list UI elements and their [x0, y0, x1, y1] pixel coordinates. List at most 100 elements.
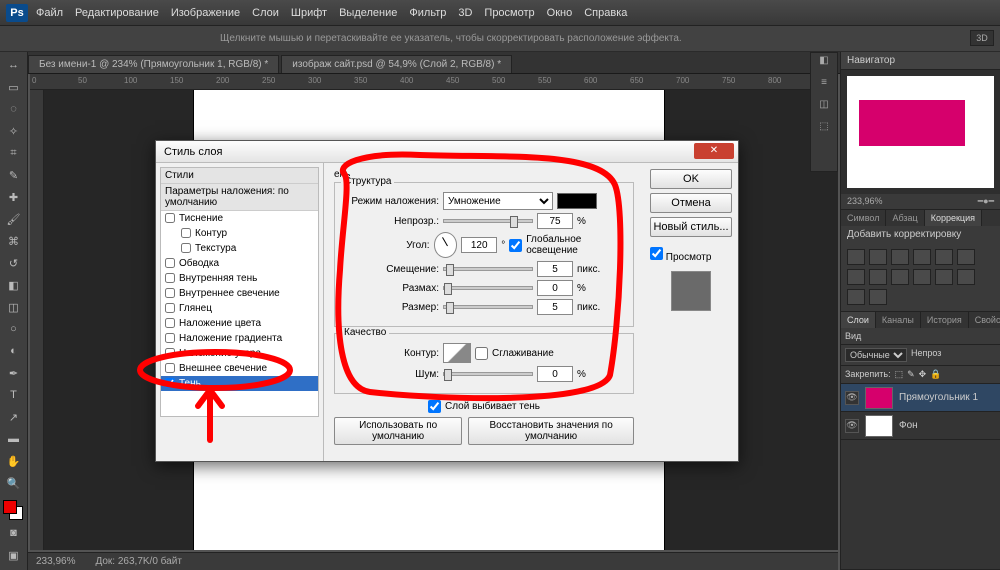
type-tool-icon[interactable]: T	[2, 385, 26, 405]
foreground-color-swatch[interactable]	[3, 500, 17, 514]
style-contour[interactable]: Контур	[161, 226, 318, 241]
knockout-checkbox[interactable]	[428, 400, 441, 413]
heal-tool-icon[interactable]: ✚	[2, 187, 26, 207]
distance-input[interactable]	[537, 261, 573, 277]
layer-name[interactable]: Фон	[899, 420, 918, 431]
style-checkbox[interactable]	[165, 333, 175, 343]
styles-header[interactable]: Стили	[161, 168, 318, 184]
lock-icon[interactable]: 🔒	[930, 369, 941, 380]
document-tab[interactable]: изображ сайт.psd @ 54,9% (Слой 2, RGB/8)…	[281, 55, 512, 73]
style-checkbox[interactable]	[165, 363, 175, 373]
tab-properties[interactable]: Свойства	[969, 312, 1000, 328]
tab-character[interactable]: Символ	[841, 210, 886, 226]
tab-paragraph[interactable]: Абзац	[886, 210, 924, 226]
history-brush-icon[interactable]: ↺	[2, 253, 26, 273]
adj-icon[interactable]	[913, 269, 931, 285]
tab-layers[interactable]: Слои	[841, 312, 876, 328]
menu-filter[interactable]: Фильтр	[409, 7, 446, 19]
preview-checkbox[interactable]	[650, 247, 663, 260]
style-checkbox[interactable]	[165, 258, 175, 268]
quickmask-icon[interactable]: ◙	[2, 523, 26, 543]
workspace-switch-3d[interactable]: 3D	[970, 30, 994, 46]
visibility-icon[interactable]: 👁	[845, 391, 859, 405]
style-checkbox[interactable]	[165, 318, 175, 328]
adj-icon[interactable]	[847, 289, 865, 305]
navigator-zoom[interactable]: 233,96%	[847, 196, 883, 207]
shadow-color-swatch[interactable]	[557, 193, 597, 209]
angle-input[interactable]	[461, 237, 497, 253]
marquee-tool-icon[interactable]: ▭	[2, 77, 26, 97]
menu-edit[interactable]: Редактирование	[75, 7, 159, 19]
dialog-titlebar[interactable]: Стиль слоя ✕	[156, 141, 738, 163]
spread-slider[interactable]	[443, 286, 533, 290]
brush-tool-icon[interactable]: 🖌	[2, 209, 26, 229]
adj-icon[interactable]	[869, 269, 887, 285]
layer-thumb[interactable]	[865, 387, 893, 409]
panel-icon[interactable]: ◫	[813, 99, 835, 119]
adj-icon[interactable]	[891, 249, 909, 265]
menu-3d[interactable]: 3D	[458, 7, 472, 19]
make-default-button[interactable]: Использовать по умолчанию	[334, 417, 462, 445]
reset-default-button[interactable]: Восстановить значения по умолчанию	[468, 417, 634, 445]
style-texture[interactable]: Текстура	[161, 241, 318, 256]
ruler-horizontal[interactable]: 0 50 100 150 200 250 300 350 400 450 500…	[30, 74, 838, 90]
move-tool-icon[interactable]: ↔	[2, 55, 26, 75]
opacity-input[interactable]	[537, 213, 573, 229]
dodge-tool-icon[interactable]: ◐	[2, 341, 26, 361]
opacity-slider[interactable]	[443, 219, 533, 223]
noise-input[interactable]	[537, 366, 573, 382]
style-bevel[interactable]: Тиснение	[161, 211, 318, 226]
layer-thumb[interactable]	[865, 415, 893, 437]
tab-channels[interactable]: Каналы	[876, 312, 921, 328]
shape-tool-icon[interactable]: ▬	[2, 429, 26, 449]
style-coloroverlay[interactable]: Наложение цвета	[161, 316, 318, 331]
style-innerglow[interactable]: Внутреннее свечение	[161, 286, 318, 301]
adj-icon[interactable]	[847, 269, 865, 285]
zoom-tool-icon[interactable]: 🔍	[2, 473, 26, 493]
menu-file[interactable]: Файл	[36, 7, 63, 19]
adj-icon[interactable]	[957, 269, 975, 285]
tab-history[interactable]: История	[921, 312, 969, 328]
new-style-button[interactable]: Новый стиль...	[650, 217, 732, 237]
angle-dial[interactable]	[434, 232, 458, 258]
visibility-icon[interactable]: 👁	[845, 419, 859, 433]
global-light-checkbox[interactable]	[509, 239, 522, 252]
style-checkbox[interactable]	[165, 288, 175, 298]
navigator-slider[interactable]: ━●━	[978, 196, 994, 207]
style-checkbox[interactable]	[165, 348, 175, 358]
hand-tool-icon[interactable]: ✋	[2, 451, 26, 471]
document-tab[interactable]: Без имени-1 @ 234% (Прямоугольник 1, RGB…	[28, 55, 279, 73]
ruler-vertical[interactable]	[30, 90, 44, 550]
menu-window[interactable]: Окно	[547, 7, 573, 19]
status-docinfo[interactable]: Док: 263,7K/0 байт	[95, 556, 181, 567]
layer-row[interactable]: 👁 Фон	[841, 412, 1000, 440]
color-swatches[interactable]	[3, 500, 25, 522]
style-checkbox[interactable]	[181, 243, 191, 253]
menu-help[interactable]: Справка	[584, 7, 627, 19]
menu-image[interactable]: Изображение	[171, 7, 240, 19]
cancel-button[interactable]: Отмена	[650, 193, 732, 213]
lock-icon[interactable]: ✎	[907, 369, 915, 380]
style-innershadow[interactable]: Внутренняя тень	[161, 271, 318, 286]
tab-adjustments[interactable]: Коррекция	[925, 210, 982, 226]
size-input[interactable]	[537, 299, 573, 315]
blending-options-header[interactable]: Параметры наложения: по умолчанию	[161, 184, 318, 211]
style-checkbox[interactable]	[181, 228, 191, 238]
layer-row[interactable]: 👁 Прямоугольник 1	[841, 384, 1000, 412]
spread-input[interactable]	[537, 280, 573, 296]
navigator-thumb[interactable]	[841, 70, 1000, 194]
adj-icon[interactable]	[869, 249, 887, 265]
contour-picker[interactable]	[443, 343, 471, 363]
lock-icon[interactable]: ⬚	[895, 369, 904, 380]
eraser-tool-icon[interactable]: ◧	[2, 275, 26, 295]
layer-name[interactable]: Прямоугольник 1	[899, 392, 978, 403]
path-tool-icon[interactable]: ↗	[2, 407, 26, 427]
ok-button[interactable]: OK	[650, 169, 732, 189]
adj-icon[interactable]	[935, 249, 953, 265]
noise-slider[interactable]	[443, 372, 533, 376]
style-checkbox[interactable]	[165, 213, 175, 223]
panel-icon[interactable]: ≡	[813, 77, 835, 97]
blur-tool-icon[interactable]: ○	[2, 319, 26, 339]
stamp-tool-icon[interactable]: ⌘	[2, 231, 26, 251]
panel-icon[interactable]: ⬚	[813, 121, 835, 141]
